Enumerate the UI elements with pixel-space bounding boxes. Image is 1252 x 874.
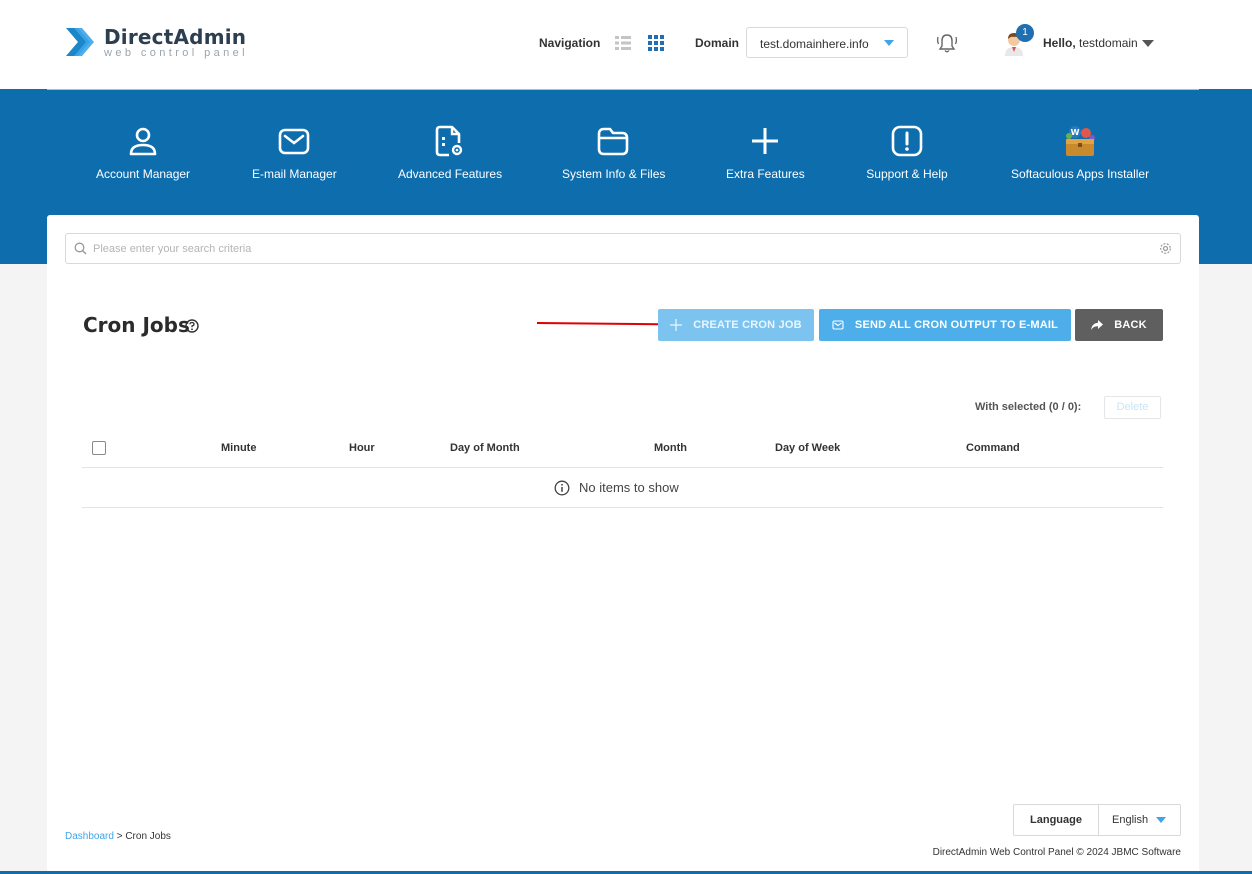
page-title: Cron Jobs (83, 313, 190, 337)
search-box[interactable] (65, 233, 1181, 264)
menu-item-advanced-features[interactable]: Advanced Features (398, 124, 503, 181)
softaculous-box-icon: W (1066, 126, 1095, 156)
back-button[interactable]: BACK (1075, 309, 1163, 341)
language-selector[interactable]: Language English (1013, 804, 1181, 836)
list-view-icon[interactable] (615, 35, 631, 51)
empty-table-row: No items to show (82, 468, 1163, 508)
menu-item-system-info-files[interactable]: System Info & Files (562, 124, 666, 181)
create-cron-job-label: CREATE CRON JOB (693, 319, 802, 331)
menu-item-label: E-mail Manager (252, 167, 337, 181)
breadcrumb-separator: > (116, 831, 123, 842)
menu-item-account-manager[interactable]: Account Manager (96, 124, 190, 181)
column-header-day-of-week[interactable]: Day of Week (775, 442, 840, 454)
with-selected-label: With selected (0 / 0): (975, 401, 1082, 413)
column-header-month[interactable]: Month (654, 442, 687, 454)
exclamation-icon (891, 125, 923, 157)
directadmin-logo[interactable]: DirectAdmin web control panel (64, 24, 248, 60)
logo-title: DirectAdmin (104, 24, 247, 49)
domain-select-value: test.domainhere.info (760, 37, 869, 51)
breadcrumb-current: Cron Jobs (125, 831, 171, 842)
search-input[interactable] (93, 234, 1153, 263)
plus-icon (670, 319, 683, 331)
send-all-cron-output-button[interactable]: SEND ALL CRON OUTPUT TO E-MAIL (819, 309, 1071, 341)
menu-item-label: Advanced Features (398, 167, 503, 181)
chevron-down-icon (884, 40, 894, 46)
top-header: DirectAdmin web control panel Navigation… (0, 0, 1252, 89)
search-icon (74, 242, 87, 255)
create-cron-job-button[interactable]: CREATE CRON JOB (658, 309, 814, 341)
navigation-label: Navigation (539, 36, 601, 50)
logo-chevron-icon (66, 28, 94, 56)
help-question-icon[interactable] (185, 319, 199, 333)
back-label: BACK (1114, 319, 1147, 331)
info-icon (554, 480, 570, 496)
cron-jobs-table: Minute Hour Day of Month Month Day of We… (82, 433, 1163, 508)
menu-item-label: System Info & Files (562, 167, 666, 181)
menu-item-label: Extra Features (726, 167, 805, 181)
send-all-cron-output-label: SEND ALL CRON OUTPUT TO E-MAIL (854, 319, 1059, 331)
user-greeting[interactable]: Hello, testdomain (1043, 36, 1138, 50)
table-header-row: Minute Hour Day of Month Month Day of We… (82, 433, 1163, 468)
menu-item-email-manager[interactable]: E-mail Manager (252, 124, 337, 181)
column-header-hour[interactable]: Hour (349, 442, 375, 454)
gear-icon[interactable] (1159, 242, 1172, 255)
select-all-checkbox[interactable] (92, 441, 106, 455)
user-menu-chevron-down-icon[interactable] (1142, 40, 1154, 47)
document-gear-icon (435, 125, 463, 157)
chevron-down-icon (1156, 817, 1166, 823)
domain-select[interactable]: test.domainhere.info (746, 27, 908, 58)
notification-bell-icon[interactable] (935, 31, 959, 55)
divider (47, 89, 1199, 90)
breadcrumb: Dashboard > Cron Jobs (65, 831, 171, 842)
content-card: Cron Jobs CREATE CRON JOB SEND ALL CRON … (47, 215, 1199, 874)
user-icon (129, 127, 157, 156)
logo-subtitle: web control panel (104, 46, 249, 59)
notification-count-badge: 1 (1016, 24, 1034, 42)
menu-item-label: Account Manager (96, 167, 191, 181)
language-label: Language (1014, 805, 1099, 835)
domain-label: Domain (695, 36, 740, 50)
menu-item-label: Support & Help (866, 167, 948, 181)
menu-item-softaculous[interactable]: W Softaculous Apps Installer (1011, 124, 1149, 181)
envelope-icon (278, 128, 310, 155)
hello-label: Hello, (1043, 36, 1076, 50)
column-header-command[interactable]: Command (966, 442, 1020, 454)
grid-view-icon[interactable] (648, 35, 664, 51)
share-arrow-icon (1091, 320, 1104, 330)
menu-item-label: Softaculous Apps Installer (1011, 167, 1150, 181)
menu-item-support-help[interactable]: Support & Help (866, 124, 948, 181)
column-header-minute[interactable]: Minute (221, 442, 256, 454)
breadcrumb-dashboard-link[interactable]: Dashboard (65, 831, 114, 842)
language-value: English (1112, 814, 1149, 826)
envelope-icon (832, 320, 844, 330)
column-header-day-of-month[interactable]: Day of Month (450, 442, 520, 454)
folder-icon (597, 127, 629, 156)
menu-item-extra-features[interactable]: Extra Features (726, 124, 805, 181)
delete-button[interactable]: Delete (1104, 396, 1161, 419)
plus-icon (752, 128, 778, 154)
copyright-text: DirectAdmin Web Control Panel © 2024 JBM… (932, 847, 1181, 858)
empty-table-message: No items to show (579, 480, 679, 495)
username: testdomain (1079, 36, 1138, 50)
